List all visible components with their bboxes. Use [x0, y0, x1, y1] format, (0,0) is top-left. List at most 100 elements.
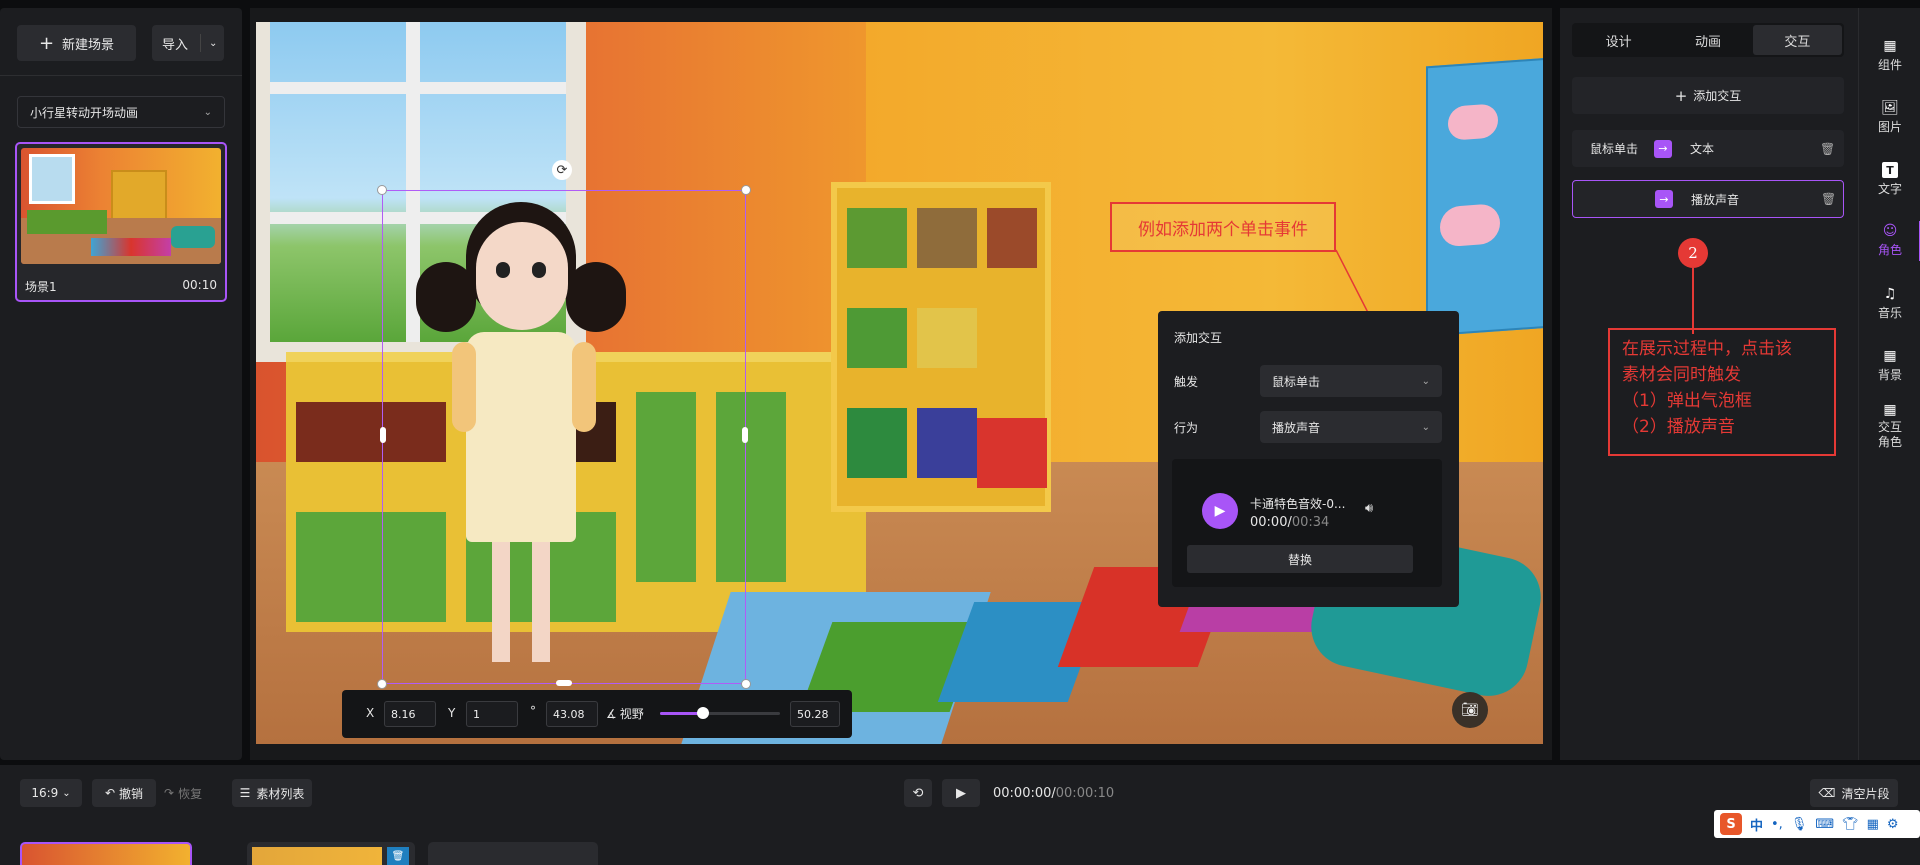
right-panel: 设计 动画 交互 + 添加交互 鼠标单击 → 文本 🗑︎ → 播放声音 🗑︎ 2…: [1560, 8, 1858, 760]
interaction-item[interactable]: 鼠标单击 → 文本 🗑︎: [1572, 130, 1844, 167]
trigger-select[interactable]: 鼠标单击 ⌄: [1260, 365, 1442, 397]
character-icon: ☺: [1882, 223, 1898, 239]
undo-icon: ↶: [104, 786, 116, 800]
timeline-clip[interactable]: 🗑︎: [247, 842, 415, 865]
step-badge-2: 2: [1678, 238, 1708, 268]
play-icon[interactable]: ▶: [942, 779, 980, 807]
add-interaction-label: 添加交互: [1693, 89, 1742, 103]
grid-icon: ▦: [1883, 38, 1897, 54]
timeline-clip-empty[interactable]: [428, 842, 598, 865]
fov-label: 视野: [619, 707, 644, 721]
tab-animation-label: 动画: [1694, 34, 1721, 50]
plus-icon: +: [38, 32, 55, 54]
undo-button[interactable]: ↶ 撤销: [92, 779, 156, 807]
trash-icon[interactable]: 🗑︎: [1820, 142, 1835, 156]
resize-handle[interactable]: [377, 185, 387, 195]
resize-handle[interactable]: [377, 679, 387, 689]
selection-box[interactable]: [382, 190, 746, 684]
annotation-box-2: 在展示过程中，点击该 素材会同时触发 （1）弹出气泡框 （2）播放声音: [1608, 328, 1836, 456]
scene-name: 场景1: [25, 280, 57, 294]
redo-label: 恢复: [178, 786, 203, 801]
timecode: 00:00:00/00:00:10: [993, 786, 1114, 801]
angle-input[interactable]: 43.08: [546, 701, 598, 727]
interaction-action: 播放声音: [1691, 192, 1740, 207]
rail-components[interactable]: ▦ 组件: [1859, 38, 1920, 73]
resize-handle[interactable]: [741, 679, 751, 689]
ime-toolbar[interactable]: S 中 •, 🎙︎ ⌨︎ 👕︎ ▦ ⚙︎: [1714, 810, 1920, 838]
grid-icon: ▦: [1883, 402, 1897, 418]
tab-interaction[interactable]: 交互: [1752, 25, 1842, 55]
text-icon: T: [1882, 162, 1898, 178]
aspect-ratio-select[interactable]: 16:9 ⌄: [20, 779, 82, 807]
tab-animation[interactable]: 动画: [1663, 25, 1752, 55]
action-select[interactable]: 播放声音 ⌄: [1260, 411, 1442, 443]
music-icon: ♫: [1883, 286, 1897, 302]
play-icon[interactable]: ▶: [1202, 493, 1238, 529]
rail-background[interactable]: ▦ 背景: [1859, 348, 1920, 383]
ime-punct-icon: •,: [1771, 816, 1783, 832]
redo-icon: ↷: [164, 786, 175, 800]
annotation-2-line: （1）弹出气泡框: [1622, 391, 1752, 411]
resize-handle[interactable]: [556, 680, 572, 686]
resize-handle[interactable]: [741, 185, 751, 195]
volume-icon[interactable]: 🔊︎: [1365, 501, 1373, 516]
scene-duration: 00:10: [182, 278, 217, 292]
resize-handle[interactable]: [742, 427, 748, 443]
x-value: 8.16: [391, 707, 416, 721]
rail-music[interactable]: ♫ 音乐: [1859, 286, 1920, 321]
audio-current-time: 00:00/: [1250, 515, 1292, 530]
fov-slider[interactable]: [660, 707, 780, 719]
asset-list-button[interactable]: ☰ 素材列表: [232, 779, 312, 807]
trigger-value: 鼠标单击: [1272, 374, 1321, 389]
annotation-box-1: 例如添加两个单击事件: [1110, 202, 1336, 252]
trash-icon[interactable]: 🗑︎: [1821, 192, 1836, 206]
import-label: 导入: [162, 37, 189, 53]
project-select[interactable]: 小行星转动开场动画 ⌄: [17, 96, 225, 128]
chevron-down-icon: ⌄: [209, 37, 218, 49]
timecode-current: 00:00:00/: [993, 786, 1056, 801]
y-value: 1: [473, 707, 480, 721]
trigger-label: 触发: [1174, 375, 1199, 389]
annotation-2-line: 在展示过程中，点击该: [1622, 339, 1792, 359]
right-rail: ▦ 组件 🖼︎ 图片 T 文字 ☺ 角色 ♫ 音乐 ▦ 背景 ▦ 交互角色: [1858, 8, 1920, 760]
rail-text[interactable]: T 文字: [1859, 162, 1920, 197]
action-value: 播放声音: [1272, 420, 1321, 435]
add-interaction-popup: 添加交互 触发 鼠标单击 ⌄ 行为 播放声音 ⌄ ▶ 卡通特色音效-0... 0…: [1158, 311, 1459, 607]
interaction-item[interactable]: → 播放声音 🗑︎: [1572, 180, 1844, 218]
rail-interactive-characters[interactable]: ▦ 交互角色: [1859, 402, 1920, 450]
camera-icon[interactable]: 📷︎: [1452, 692, 1488, 728]
list-icon: ☰: [239, 786, 251, 800]
audio-player: ▶ 卡通特色音效-0... 00:00/00:34 🔊︎ 替换: [1172, 459, 1442, 587]
fov-slider-knob[interactable]: [697, 707, 710, 719]
x-input[interactable]: 8.16: [384, 701, 436, 727]
arrow-right-icon: →: [1655, 190, 1673, 208]
redo-button[interactable]: ↷ 恢复: [164, 779, 224, 807]
scene-card[interactable]: 场景1 00:10: [15, 142, 227, 302]
rail-images[interactable]: 🖼︎ 图片: [1859, 100, 1920, 135]
popup-title: 添加交互: [1174, 331, 1223, 345]
trash-icon[interactable]: 🗑︎: [387, 847, 409, 865]
scene-canvas[interactable]: ⟳ 例如添加两个单击事件 1 添加交互 触发 鼠标单击 ⌄ 行为 播放声音 ⌄ …: [256, 22, 1543, 744]
annotation-2-line: 素材会同时触发: [1622, 365, 1741, 385]
window-bar: [270, 82, 566, 94]
rotate-icon[interactable]: ⟳: [552, 160, 572, 180]
bottom-timeline: 16:9 ⌄ ↶ 撤销 ↷ 恢复 ☰ 素材列表 ⟲ ▶ 00:00:00/00:00:…: [0, 765, 1920, 865]
rail-characters[interactable]: ☺ 角色: [1859, 221, 1920, 261]
new-scene-button[interactable]: + 新建场景: [17, 25, 136, 61]
resize-handle[interactable]: [380, 427, 386, 443]
grid-icon: ▦: [1883, 348, 1897, 364]
chevron-down-icon: ⌄: [62, 787, 71, 799]
clear-clip-button[interactable]: ⌫ 清空片段: [1810, 779, 1898, 807]
import-button[interactable]: 导入 ⌄: [152, 25, 224, 61]
fov-input[interactable]: 50.28: [790, 701, 840, 727]
interaction-trigger: 鼠标单击: [1590, 142, 1639, 156]
timeline-clip[interactable]: [20, 842, 192, 865]
new-scene-label: 新建场景: [62, 37, 115, 53]
replace-button[interactable]: 替换: [1187, 545, 1413, 573]
microphone-icon: 🎙︎: [1790, 816, 1808, 832]
y-input[interactable]: 1: [466, 701, 518, 727]
tab-design[interactable]: 设计: [1574, 25, 1663, 55]
add-interaction-button[interactable]: + 添加交互: [1572, 77, 1844, 114]
y-label: Y: [448, 706, 456, 720]
loop-icon[interactable]: ⟲: [904, 779, 932, 807]
